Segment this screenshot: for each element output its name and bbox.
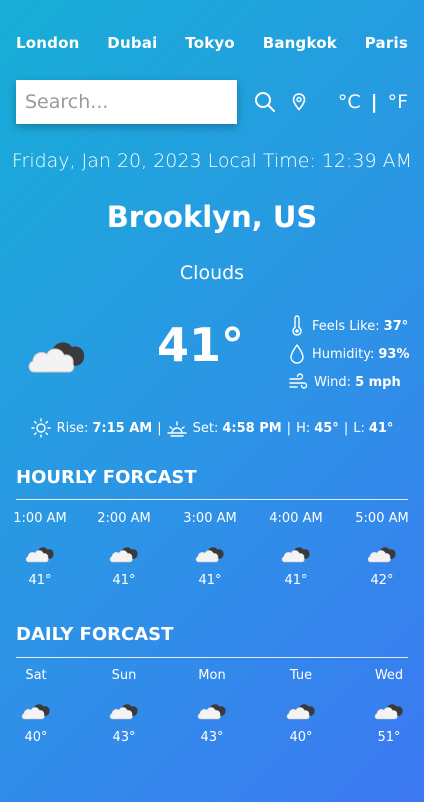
wind-label: Wind: xyxy=(314,374,352,390)
hourly-temp: 41° xyxy=(112,573,136,588)
sunrise-label: Rise: xyxy=(56,420,89,436)
high-value: 45° xyxy=(314,420,339,436)
weather-condition: Clouds xyxy=(179,262,245,284)
cloud-icon xyxy=(366,541,398,563)
cloud-icon xyxy=(108,541,140,563)
search-row: °C | °F xyxy=(16,80,408,124)
current-weather: 41° Feels Like: 37° Humidity: 93% Wind: … xyxy=(0,312,424,392)
feels-like-label: Feels Like: xyxy=(312,318,380,334)
separator: | xyxy=(343,420,349,436)
city-button-dubai[interactable]: Dubai xyxy=(107,34,157,52)
cloud-icon xyxy=(373,698,405,720)
wind-row: Wind: 5 mph xyxy=(288,368,410,396)
humidity-label: Humidity: xyxy=(312,346,375,362)
hourly-item: 4:00 AM 41° xyxy=(256,511,336,588)
unit-toggle: °C | °F xyxy=(338,91,408,113)
daily-day: Sun xyxy=(111,668,137,683)
unit-separator: | xyxy=(370,91,378,113)
hourly-time: 1:00 AM xyxy=(13,511,67,526)
daily-day: Wed xyxy=(374,668,404,683)
wind-icon xyxy=(289,373,308,389)
location-pin-icon[interactable] xyxy=(290,92,308,112)
daily-temp: 40° xyxy=(289,730,313,745)
daily-day: Sat xyxy=(25,668,47,683)
daily-item: Wed 51° xyxy=(349,668,424,745)
hourly-time: 4:00 AM xyxy=(269,511,323,526)
daily-day: Tue xyxy=(289,668,313,683)
sunset-icon xyxy=(166,421,187,437)
city-button-bangkok[interactable]: Bangkok xyxy=(263,34,337,52)
low-value: 41° xyxy=(368,420,394,436)
sun-info: Rise: 7:15 AM | Set: 4:58 PM | H: 45° | … xyxy=(0,418,424,438)
humidity-value: 93% xyxy=(378,346,410,362)
daily-item: Mon 43° xyxy=(172,668,252,745)
high-label: H: xyxy=(296,420,311,436)
cloud-icon xyxy=(194,541,226,563)
daily-temp: 43° xyxy=(200,730,224,745)
droplet-icon xyxy=(290,343,304,364)
thermometer-icon xyxy=(292,315,302,336)
weather-details: Feels Like: 37° Humidity: 93% Wind: 5 mp… xyxy=(288,312,410,396)
cloud-icon xyxy=(24,541,56,563)
separator: | xyxy=(286,420,292,436)
city-button-paris[interactable]: Paris xyxy=(365,34,408,52)
hourly-temp: 41° xyxy=(28,573,52,588)
cloud-icon xyxy=(285,698,317,720)
sunrise-value: 7:15 AM xyxy=(92,420,153,436)
cloud-icon xyxy=(20,698,52,720)
cloud-icon xyxy=(280,541,312,563)
daily-forecast-title: DAILY FORCAST xyxy=(16,624,174,645)
date-time: Friday, Jan 20, 2023 Local Time: 12:39 A… xyxy=(11,150,413,172)
sunset-value: 4:58 PM xyxy=(222,420,282,436)
daily-temp: 51° xyxy=(377,730,401,745)
wind-value: 5 mph xyxy=(355,374,401,390)
daily-item: Tue 40° xyxy=(261,668,341,745)
celsius-button[interactable]: °C xyxy=(338,91,361,113)
separator: | xyxy=(157,420,162,436)
cloud-icon xyxy=(196,698,228,720)
feels-like-row: Feels Like: 37° xyxy=(288,312,410,340)
search-input[interactable] xyxy=(16,80,237,124)
hourly-item: 2:00 AM 41° xyxy=(84,511,164,588)
sun-icon xyxy=(30,418,51,438)
current-temperature: 41° xyxy=(157,318,245,372)
sunset-label: Set: xyxy=(192,420,219,436)
daily-item: Sat 40° xyxy=(0,668,76,745)
daily-day: Mon xyxy=(198,668,226,683)
hourly-item: 3:00 AM 41° xyxy=(170,511,250,588)
hourly-item: 5:00 AM 42° xyxy=(342,511,422,588)
daily-item: Sun 43° xyxy=(84,668,164,745)
location-title: Brooklyn, US xyxy=(106,200,318,234)
feels-like-value: 37° xyxy=(383,318,409,334)
hourly-item: 1:00 AM 41° xyxy=(0,511,80,588)
city-button-london[interactable]: London xyxy=(16,34,79,52)
hourly-temp: 41° xyxy=(284,573,308,588)
search-icon[interactable] xyxy=(253,90,277,114)
divider xyxy=(16,657,408,658)
humidity-row: Humidity: 93% xyxy=(288,340,410,368)
daily-temp: 43° xyxy=(112,730,136,745)
cloud-icon xyxy=(26,330,88,374)
hourly-forecast-title: HOURLY FORCAST xyxy=(16,467,197,488)
low-label: L: xyxy=(353,420,365,436)
hourly-time: 5:00 AM xyxy=(355,511,409,526)
hourly-time: 3:00 AM xyxy=(183,511,237,526)
hourly-temp: 41° xyxy=(198,573,222,588)
hourly-time: 2:00 AM xyxy=(97,511,151,526)
hourly-temp: 42° xyxy=(370,573,394,588)
city-nav: London Dubai Tokyo Bangkok Paris xyxy=(16,34,408,52)
cloud-icon xyxy=(108,698,140,720)
fahrenheit-button[interactable]: °F xyxy=(388,91,408,113)
divider xyxy=(16,499,408,500)
daily-temp: 40° xyxy=(24,730,48,745)
city-button-tokyo[interactable]: Tokyo xyxy=(185,34,235,52)
